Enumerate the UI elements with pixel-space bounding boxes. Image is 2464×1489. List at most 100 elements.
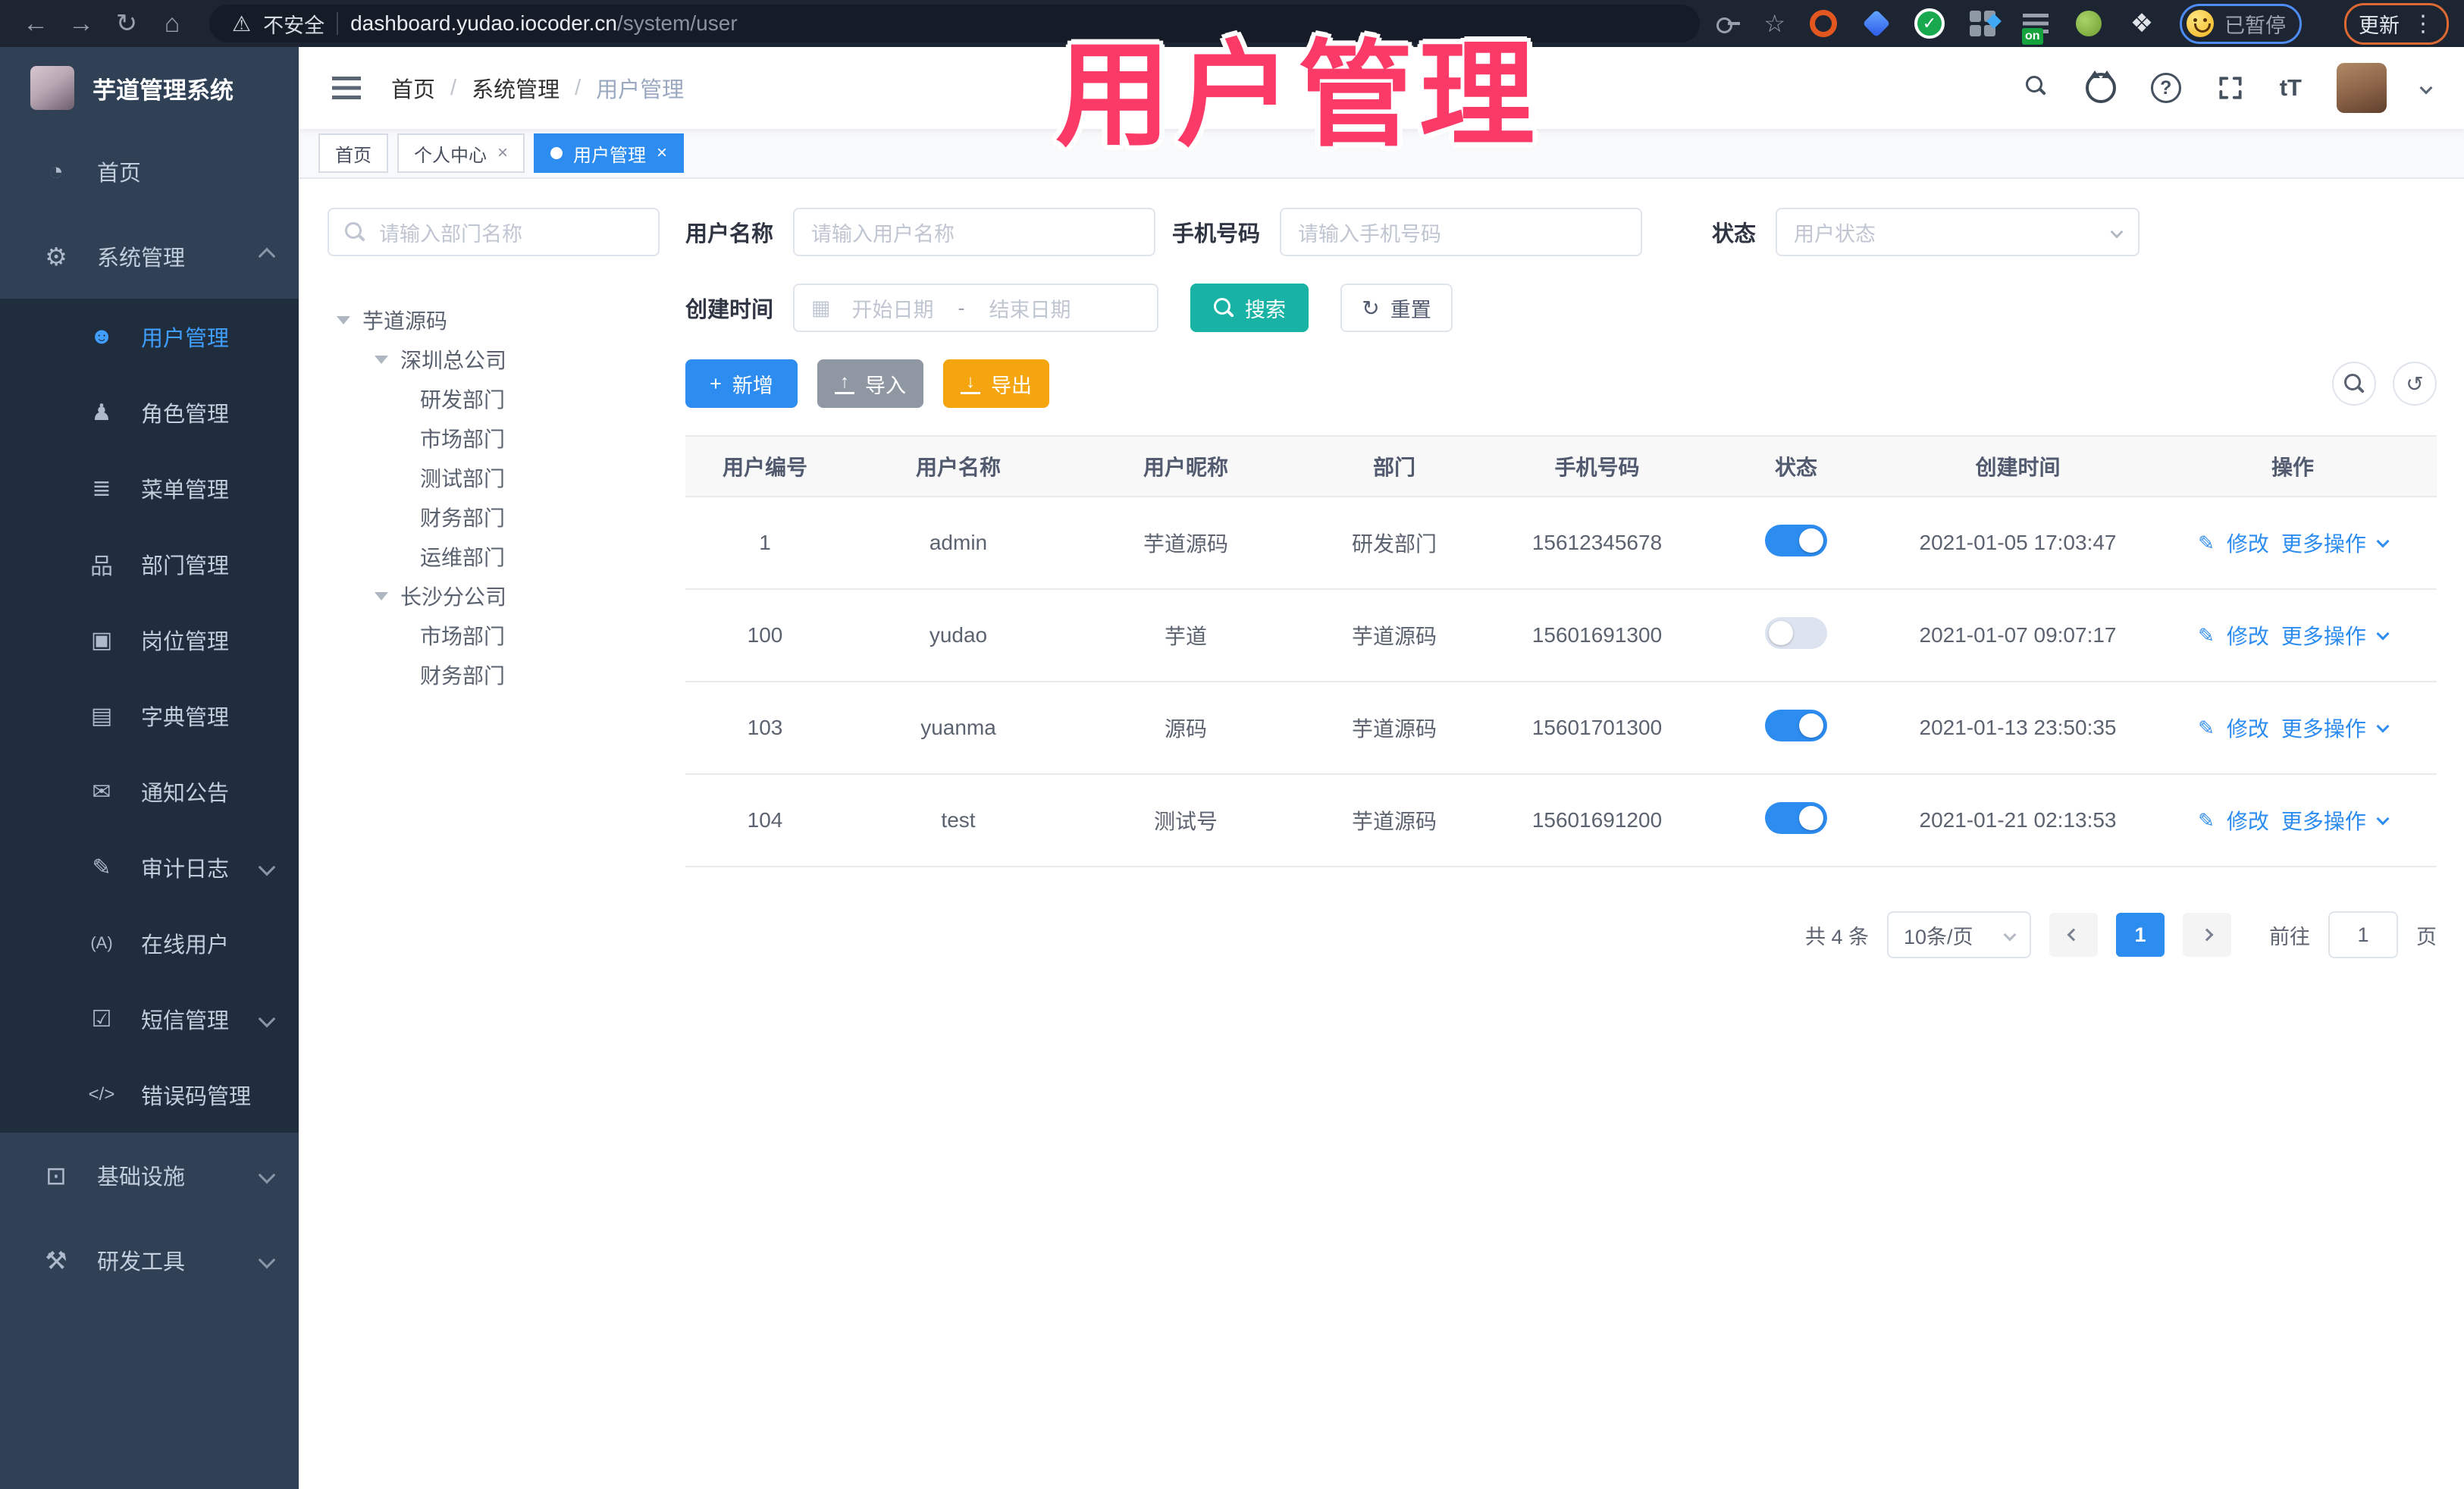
sidebar-item-online-users[interactable]: (A) 在线用户 bbox=[0, 905, 299, 981]
fullscreen-icon[interactable] bbox=[2216, 74, 2245, 102]
chevron-down-icon[interactable] bbox=[2376, 627, 2390, 641]
close-icon[interactable]: × bbox=[497, 144, 508, 162]
sidebar-item-role-management[interactable]: ♟ 角色管理 bbox=[0, 375, 299, 450]
username-input[interactable]: 请输入用户名称 bbox=[793, 208, 1156, 256]
page-1-button[interactable]: 1 bbox=[2116, 913, 2165, 957]
sidebar-item-user-management[interactable]: ☻ 用户管理 bbox=[0, 299, 299, 375]
font-size-icon[interactable]: tT bbox=[2280, 74, 2302, 102]
breadcrumb-home[interactable]: 首页 bbox=[391, 72, 435, 104]
browser-profile-button[interactable]: 已暂停 bbox=[2180, 3, 2302, 44]
caret-down-icon[interactable] bbox=[375, 591, 388, 600]
goto-page-input[interactable] bbox=[2328, 911, 2398, 958]
browser-menu-icon[interactable]: ⋮ bbox=[2412, 11, 2434, 37]
browser-reload-button[interactable]: ↻ bbox=[106, 5, 147, 42]
extension-blue-gem-icon[interactable] bbox=[1861, 8, 1892, 39]
edit-link[interactable]: 修改 bbox=[2227, 805, 2269, 835]
github-icon[interactable] bbox=[2085, 71, 2116, 103]
reset-button[interactable]: ↻ 重置 bbox=[1340, 284, 1453, 332]
tab-profile[interactable]: 个人中心 × bbox=[397, 133, 525, 173]
sidebar-item-dept-management[interactable]: 品 部门管理 bbox=[0, 526, 299, 602]
export-button[interactable]: ↓ 导出 bbox=[943, 359, 1049, 408]
tree-node-dept[interactable]: 运维部门 bbox=[328, 537, 660, 576]
extension-list-on-icon[interactable]: on bbox=[2020, 8, 2051, 45]
tree-node-dept[interactable]: 财务部门 bbox=[328, 655, 660, 694]
breadcrumb-system[interactable]: 系统管理 bbox=[472, 72, 560, 104]
tree-node-company[interactable]: 深圳总公司 bbox=[328, 340, 660, 379]
tree-node-company[interactable]: 长沙分公司 bbox=[328, 576, 660, 616]
refresh-table-button[interactable]: ↺ bbox=[2393, 362, 2437, 406]
search-icon[interactable] bbox=[2025, 75, 2051, 101]
tab-user-management[interactable]: 用户管理 × bbox=[534, 133, 685, 173]
download-icon: ↓ bbox=[961, 373, 980, 394]
sidebar-toggle-icon[interactable] bbox=[332, 77, 361, 99]
extension-green-blob-icon[interactable] bbox=[2074, 8, 2104, 39]
avatar[interactable] bbox=[2337, 63, 2387, 113]
tree-node-dept[interactable]: 财务部门 bbox=[328, 497, 660, 537]
browser-forward-button[interactable]: → bbox=[61, 5, 102, 42]
chevron-down-icon bbox=[258, 1010, 276, 1028]
edit-link[interactable]: 修改 bbox=[2227, 528, 2269, 558]
sidebar-item-dict-management[interactable]: ▤ 字典管理 bbox=[0, 678, 299, 754]
sidebar-item-sms-management[interactable]: ☑ 短信管理 bbox=[0, 981, 299, 1057]
status-toggle[interactable] bbox=[1765, 801, 1827, 834]
chevron-down-icon[interactable] bbox=[2419, 81, 2433, 95]
sidebar-item-audit-log[interactable]: ✎ 审计日志 bbox=[0, 829, 299, 905]
bookmark-star-icon[interactable]: ☆ bbox=[1763, 9, 1785, 38]
help-icon[interactable]: ? bbox=[2150, 73, 2181, 103]
prev-page-button[interactable] bbox=[2049, 913, 2098, 957]
shield-check-icon: ☑ bbox=[91, 1006, 112, 1032]
extension-grid-icon[interactable] bbox=[1967, 8, 1998, 39]
sidebar-item-home[interactable]: ◔ 首页 bbox=[0, 129, 299, 214]
tree-node-dept[interactable]: 测试部门 bbox=[328, 458, 660, 497]
edit-link[interactable]: 修改 bbox=[2227, 713, 2269, 743]
sidebar-item-system[interactable]: ⚙ 系统管理 bbox=[0, 214, 299, 299]
status-select[interactable]: 用户状态 bbox=[1776, 208, 2140, 256]
search-button[interactable]: 搜索 bbox=[1190, 284, 1309, 332]
status-toggle[interactable] bbox=[1765, 524, 1827, 556]
caret-down-icon[interactable] bbox=[337, 315, 350, 324]
status-toggle[interactable] bbox=[1765, 709, 1827, 741]
more-actions-link[interactable]: 更多操作 bbox=[2281, 528, 2366, 558]
more-actions-link[interactable]: 更多操作 bbox=[2281, 620, 2366, 650]
breadcrumb-separator: / bbox=[575, 75, 582, 100]
chevron-down-icon[interactable] bbox=[2376, 534, 2390, 548]
edit-link[interactable]: 修改 bbox=[2227, 620, 2269, 650]
sidebar-item-post-management[interactable]: ▣ 岗位管理 bbox=[0, 602, 299, 678]
browser-update-button[interactable]: 更新 ⋮ bbox=[2344, 2, 2449, 45]
password-key-icon[interactable] bbox=[1716, 17, 1741, 33]
status-toggle[interactable] bbox=[1765, 616, 1827, 649]
sidebar-item-notice[interactable]: ✉ 通知公告 bbox=[0, 754, 299, 829]
close-icon[interactable]: × bbox=[657, 144, 667, 162]
date-range-input[interactable]: ▦ 开始日期 - 结束日期 bbox=[793, 284, 1159, 332]
chevron-down-icon[interactable] bbox=[2376, 812, 2390, 826]
import-button[interactable]: ↑ 导入 bbox=[817, 359, 923, 408]
caret-down-icon[interactable] bbox=[375, 355, 388, 364]
toggle-search-button[interactable] bbox=[2332, 362, 2376, 406]
sidebar-item-infrastructure[interactable]: ⊡ 基础设施 bbox=[0, 1133, 299, 1218]
extension-orange-ring-icon[interactable] bbox=[1808, 8, 1839, 39]
browser-back-button[interactable]: ← bbox=[15, 5, 56, 42]
sidebar-item-dev-tools[interactable]: ⚒ 研发工具 bbox=[0, 1218, 299, 1302]
dept-search-input[interactable]: 请输入部门名称 bbox=[328, 208, 660, 256]
tree-node-dept[interactable]: 研发部门 bbox=[328, 379, 660, 418]
tree-node-dept[interactable]: 市场部门 bbox=[328, 418, 660, 458]
sidebar-item-error-code[interactable]: </> 错误码管理 bbox=[0, 1057, 299, 1133]
app-logo[interactable]: 芋道管理系统 bbox=[0, 47, 299, 129]
add-button[interactable]: + 新增 bbox=[685, 359, 798, 408]
extensions-puzzle-icon[interactable]: ❖ bbox=[2127, 8, 2157, 39]
sidebar-item-menu-management[interactable]: ≣ 菜单管理 bbox=[0, 450, 299, 526]
next-page-button[interactable] bbox=[2183, 913, 2231, 957]
tab-home[interactable]: 首页 bbox=[318, 133, 388, 173]
mobile-input[interactable]: 请输入手机号码 bbox=[1280, 208, 1643, 256]
chevron-left-icon bbox=[2067, 928, 2080, 942]
more-actions-link[interactable]: 更多操作 bbox=[2281, 713, 2366, 743]
tree-node-dept[interactable]: 市场部门 bbox=[328, 616, 660, 655]
tree-node-root[interactable]: 芋道源码 bbox=[328, 300, 660, 340]
browser-home-button[interactable]: ⌂ bbox=[152, 5, 193, 42]
page-size-select[interactable]: 10条/页 bbox=[1887, 911, 2031, 958]
security-label[interactable]: 不安全 bbox=[263, 9, 324, 39]
more-actions-link[interactable]: 更多操作 bbox=[2281, 805, 2366, 835]
extension-green-circle-icon[interactable]: ✓ bbox=[1914, 8, 1945, 39]
chevron-down-icon[interactable] bbox=[2376, 719, 2390, 733]
table-row: 103 yuanma 源码 芋道源码 15601701300 2021-01-1… bbox=[685, 682, 2437, 775]
